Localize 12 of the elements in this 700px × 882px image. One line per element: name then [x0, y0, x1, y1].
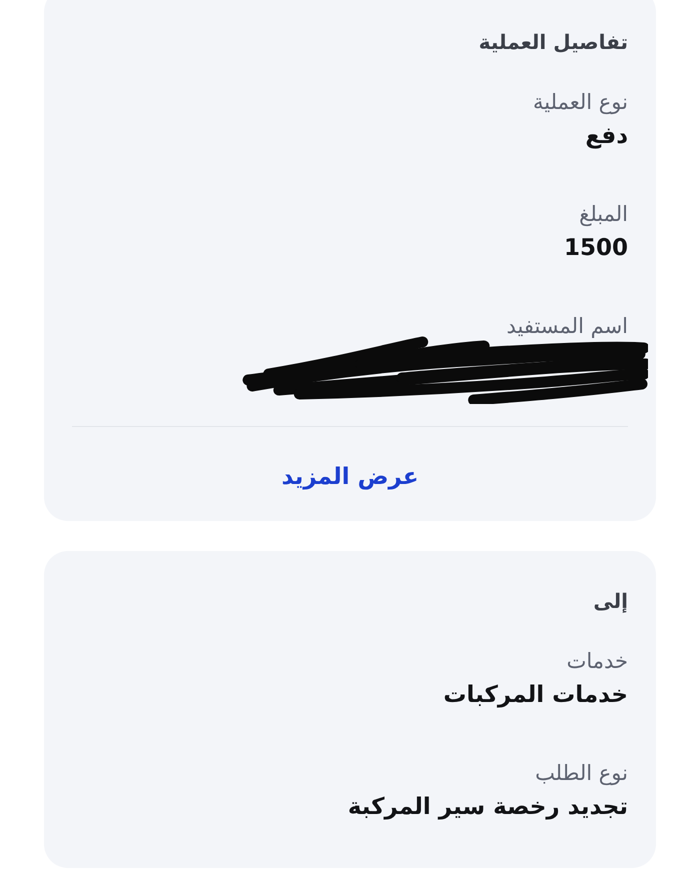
field-label: نوع الطلب	[535, 760, 628, 787]
field-value: تجديد رخصة سير المركبة	[348, 793, 628, 822]
field-value: 1500	[564, 234, 628, 263]
field-value: خدمات المركبات	[443, 681, 628, 710]
field-label: اسم المستفيد	[506, 313, 628, 340]
show-more-link[interactable]: عرض المزيد	[281, 461, 419, 493]
section-title: إلى	[593, 588, 628, 615]
field-value: دفع	[585, 122, 628, 151]
section-title: تفاصيل العملية	[478, 29, 628, 56]
field-label: المبلغ	[579, 201, 628, 228]
field-label: خدمات	[566, 648, 628, 675]
field-label: نوع العملية	[533, 89, 628, 116]
